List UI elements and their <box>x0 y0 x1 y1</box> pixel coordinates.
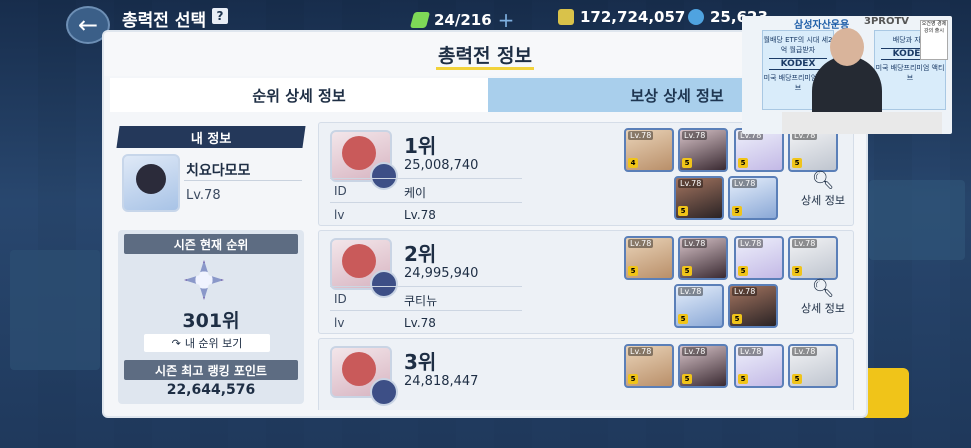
best-points-value: 22,644,576 <box>166 382 256 398</box>
ranking-list[interactable]: 1위 25,008,740 ID 케이 lv Lv.78 Lv.78 4 Lv.7… <box>318 120 862 410</box>
lv-label: lv <box>334 208 345 222</box>
credit-icon <box>558 9 574 25</box>
my-profile: 치요다모모 Lv.78 <box>118 148 304 216</box>
background-panel <box>869 180 965 260</box>
broadcast-overlay: 삼성자산운용 3PROTV 월배당 ETF의 시대 세2억 월급받자 KODEX… <box>742 16 952 134</box>
unit-card[interactable]: Lv.78 5 <box>734 236 784 280</box>
title-underline <box>436 67 534 70</box>
arrow-left-icon: ← <box>77 11 99 39</box>
detail-label: 상세 정보 <box>801 302 845 315</box>
background-button <box>861 368 909 418</box>
detail-button[interactable]: 🔍︎ 상세 정보 <box>796 278 850 322</box>
unit-card[interactable]: Lv.78 5 <box>678 236 728 280</box>
id-label: ID <box>334 184 347 198</box>
unit-card[interactable]: Lv.78 5 <box>788 344 838 388</box>
player-id: 케이 <box>404 186 427 200</box>
help-icon[interactable]: ? <box>212 8 228 24</box>
share-arrow-icon: ↷ <box>171 336 181 350</box>
unit-card[interactable]: Lv.78 5 <box>624 236 674 280</box>
unit-card[interactable]: Lv.78 5 <box>678 344 728 388</box>
rank-emblem-icon <box>184 260 224 300</box>
season-rank-header: 시즌 현재 순위 <box>124 234 298 254</box>
avatar <box>330 238 396 296</box>
add-stamina-button[interactable]: + <box>498 8 515 32</box>
unit-card[interactable]: Lv.78 5 <box>788 128 838 172</box>
divider <box>330 310 522 311</box>
ranking-entry: 1위 25,008,740 ID 케이 lv Lv.78 Lv.78 4 Lv.7… <box>318 122 854 226</box>
unit-card[interactable]: Lv.78 5 <box>734 344 784 388</box>
unit-card[interactable]: Lv.78 5 <box>624 344 674 388</box>
tab-ranking-details[interactable]: 순위 상세 정보 <box>110 78 488 112</box>
best-points-header: 시즌 최고 랭킹 포인트 <box>124 360 298 380</box>
unit-card[interactable]: Lv.78 5 <box>674 284 724 328</box>
divider <box>330 286 522 287</box>
id-label: ID <box>334 292 347 306</box>
unit-card[interactable]: Lv.78 4 <box>624 128 674 172</box>
avatar <box>330 346 396 404</box>
bolt-icon <box>409 12 431 28</box>
player-id: 쿠티뉴 <box>404 294 438 308</box>
my-info-header: 내 정보 <box>116 126 306 148</box>
rank-position: 1위 <box>404 134 437 158</box>
magnifier-icon: 🔍︎ <box>811 170 835 191</box>
player-level: Lv.78 <box>186 188 221 203</box>
ranking-entry: 3위 24,818,447 Lv.78 5 Lv.78 5 Lv.78 5 Lv.78… <box>318 338 854 410</box>
magnifier-icon: 🔍︎ <box>811 278 835 299</box>
rank-score: 24,818,447 <box>404 374 479 389</box>
divider <box>184 180 302 181</box>
season-rank-box: 시즌 현재 순위 301위 ↷ 내 순위 보기 시즌 최고 랭킹 포인트 22,… <box>118 230 304 404</box>
unit-card[interactable]: Lv.78 5 <box>728 284 778 328</box>
my-info-panel: 내 정보 치요다모모 Lv.78 시즌 현재 순위 301위 ↷ 내 순위 보기… <box>116 126 306 410</box>
team-formation: Lv.78 5 Lv.78 5 Lv.78 5 Lv.78 5 <box>624 344 850 410</box>
divider <box>330 202 522 203</box>
book-cover: 오건영 경제 강의 출시 <box>920 20 948 60</box>
unit-card[interactable]: Lv.78 5 <box>674 176 724 220</box>
credit-counter: 172,724,057 <box>558 8 685 26</box>
rank-position: 3위 <box>404 350 437 374</box>
ranking-entry: 2위 24,995,940 ID 쿠티뉴 lv Lv.78 Lv.78 5 Lv.… <box>318 230 854 334</box>
rank-score: 25,008,740 <box>404 158 479 173</box>
stamina-counter: 24/216 + <box>409 8 515 32</box>
divider <box>330 178 522 179</box>
detail-button[interactable]: 🔍︎ 상세 정보 <box>796 170 850 214</box>
brand-label: 3PROTV <box>864 16 910 27</box>
season-rank-value: 301위 <box>182 310 240 332</box>
player-level: Lv.78 <box>404 208 436 222</box>
stamina-value: 24/216 <box>434 11 492 29</box>
player-name: 치요다모모 <box>186 163 251 179</box>
view-my-rank-button[interactable]: ↷ 내 순위 보기 <box>144 334 270 352</box>
lv-label: lv <box>334 316 345 330</box>
player-level: Lv.78 <box>404 316 436 330</box>
credit-value: 172,724,057 <box>580 8 686 26</box>
rank-score: 24,995,940 <box>404 266 479 281</box>
avatar <box>122 154 180 212</box>
unit-card[interactable]: Lv.78 5 <box>734 128 784 172</box>
rank-position: 2위 <box>404 242 437 266</box>
unit-card[interactable]: Lv.78 5 <box>788 236 838 280</box>
desk <box>782 112 942 134</box>
background-panel <box>10 250 100 370</box>
view-my-rank-label: 내 순위 보기 <box>184 337 243 350</box>
page-title: 총력전 선택 <box>122 11 207 31</box>
detail-label: 상세 정보 <box>801 194 845 207</box>
gem-icon <box>688 9 704 25</box>
unit-card[interactable]: Lv.78 5 <box>728 176 778 220</box>
unit-card[interactable]: Lv.78 5 <box>678 128 728 172</box>
avatar <box>330 130 396 188</box>
